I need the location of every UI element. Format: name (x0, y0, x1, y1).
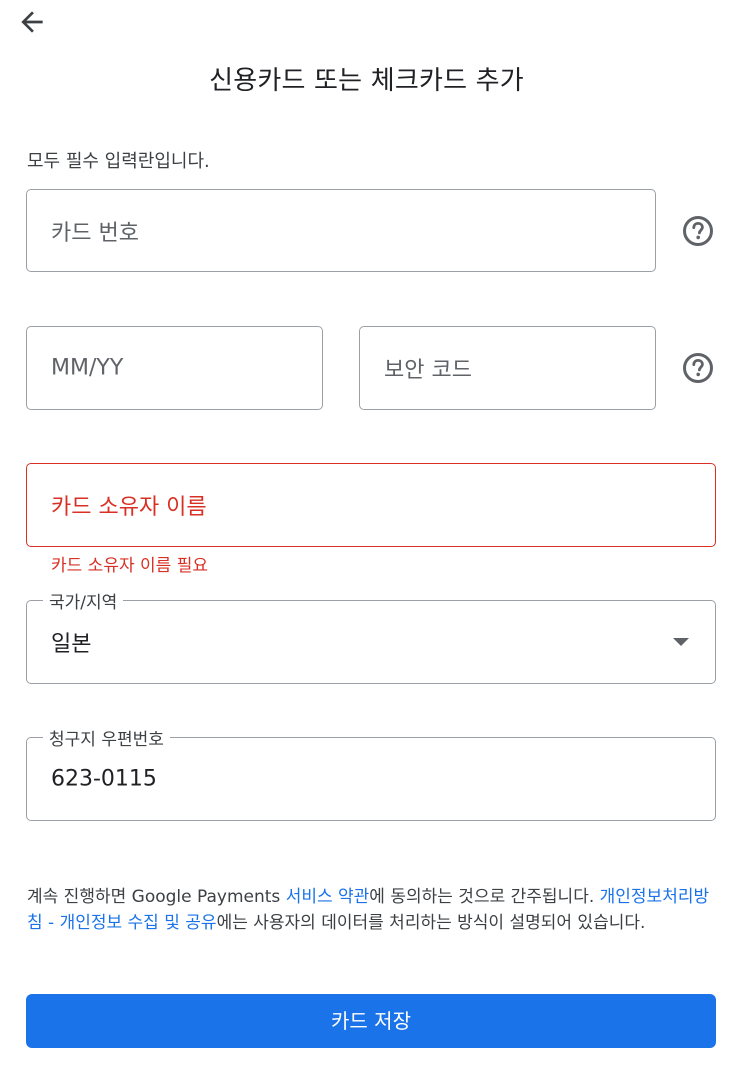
expiry-placeholder: MM/YY (51, 355, 124, 381)
legal-text: 계속 진행하면 Google Payments (27, 887, 286, 907)
legal-text: 에는 사용자의 데이터를 처리하는 방식이 설명되어 있습니다. (216, 913, 646, 933)
caret-down-icon (673, 638, 689, 646)
page-title: 신용카드 또는 체크카드 추가 (209, 66, 524, 96)
country-select[interactable]: 국가/지역 일본 (26, 588, 716, 684)
card-number-placeholder: 카드 번호 (51, 220, 139, 246)
card-number-field[interactable]: 카드 번호 (26, 189, 656, 272)
security-code-field[interactable]: 보안 코드 (359, 326, 656, 410)
postal-code-value: 623-0115 (51, 766, 157, 792)
security-code-placeholder: 보안 코드 (384, 358, 472, 383)
country-value: 일본 (51, 632, 92, 657)
required-note: 모두 필수 입력란입니다. (27, 151, 210, 172)
terms-of-service-link[interactable]: 서비스 약관 (286, 887, 370, 907)
security-code-help-icon[interactable] (682, 352, 714, 384)
cardholder-name-field[interactable]: 카드 소유자 이름 (26, 463, 716, 547)
legal-notice: 계속 진행하면 Google Payments 서비스 약관에 동의하는 것으로… (27, 884, 712, 936)
legal-text: 에 동의하는 것으로 간주됩니다. (369, 887, 600, 907)
card-number-help-icon[interactable] (682, 215, 714, 247)
country-label: 국가/지역 (43, 588, 124, 613)
arrow-left-icon (21, 11, 43, 33)
postal-code-field[interactable]: 청구지 우편번호 623-0115 (26, 725, 716, 821)
expiry-field[interactable]: MM/YY (26, 326, 323, 410)
cardholder-name-placeholder: 카드 소유자 이름 (51, 495, 207, 520)
cardholder-name-error: 카드 소유자 이름 필요 (51, 556, 208, 576)
save-card-button[interactable]: 카드 저장 (26, 994, 716, 1048)
postal-code-label: 청구지 우편번호 (43, 725, 170, 750)
back-button[interactable] (16, 6, 48, 38)
